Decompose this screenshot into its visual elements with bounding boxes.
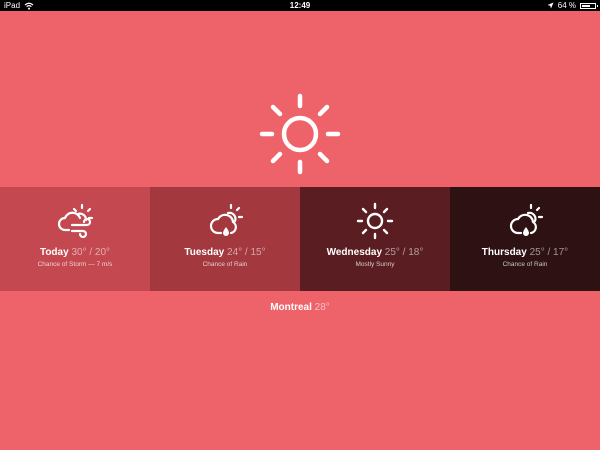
day-name: Thursday — [481, 247, 527, 258]
sun-icon — [259, 93, 341, 175]
location-arrow-icon — [547, 2, 554, 9]
day-temps: 25° / 18° — [384, 247, 424, 258]
cloud-sun-wind-icon — [57, 203, 94, 239]
day-condition: Chance of Rain — [502, 261, 548, 268]
battery-percent: 64 % — [557, 1, 576, 10]
forecast-strip: Today 30° / 20° Chance of Storm — 7 m/s … — [0, 187, 600, 291]
city-name: Montreal — [270, 302, 312, 313]
forecast-day-today[interactable]: Today 30° / 20° Chance of Storm — 7 m/s — [0, 187, 150, 291]
day-name: Tuesday — [184, 247, 225, 258]
cloud-sun-rain-icon — [509, 203, 544, 236]
day-temps: 30° / 20° — [71, 247, 111, 258]
forecast-day-tuesday[interactable]: Tuesday 24° / 15° Chance of Rain — [150, 187, 300, 291]
forecast-headline: Thursday 25° / 17° — [450, 247, 600, 258]
status-right: 64 % — [547, 0, 598, 11]
day-temps: 24° / 15° — [227, 247, 266, 258]
day-name: Wednesday — [326, 247, 382, 258]
day-condition: Mostly Sunny — [355, 261, 395, 268]
city-temp: 28° — [314, 302, 330, 313]
cloud-sun-rain-icon — [209, 203, 244, 236]
forecast-headline: Wednesday 25° / 18° — [300, 247, 450, 258]
status-bar: iPad 12:49 64 % — [0, 0, 600, 11]
battery-icon — [580, 2, 598, 9]
day-name: Today — [39, 247, 69, 258]
forecast-headline: Tuesday 24° / 15° — [150, 247, 300, 258]
day-condition: Chance of Storm — 7 m/s — [37, 261, 113, 268]
battery-level — [582, 4, 590, 7]
location-label[interactable]: Montreal 28° — [0, 302, 600, 313]
day-condition: Chance of Rain — [202, 261, 248, 268]
forecast-day-wednesday[interactable]: Wednesday 25° / 18° Mostly Sunny — [300, 187, 450, 291]
sun-icon — [356, 202, 394, 240]
status-time: 12:49 — [289, 1, 311, 10]
day-temps: 25° / 17° — [529, 247, 569, 258]
forecast-headline: Today 30° / 20° — [0, 247, 150, 258]
forecast-day-thursday[interactable]: Thursday 25° / 17° Chance of Rain — [450, 187, 600, 291]
